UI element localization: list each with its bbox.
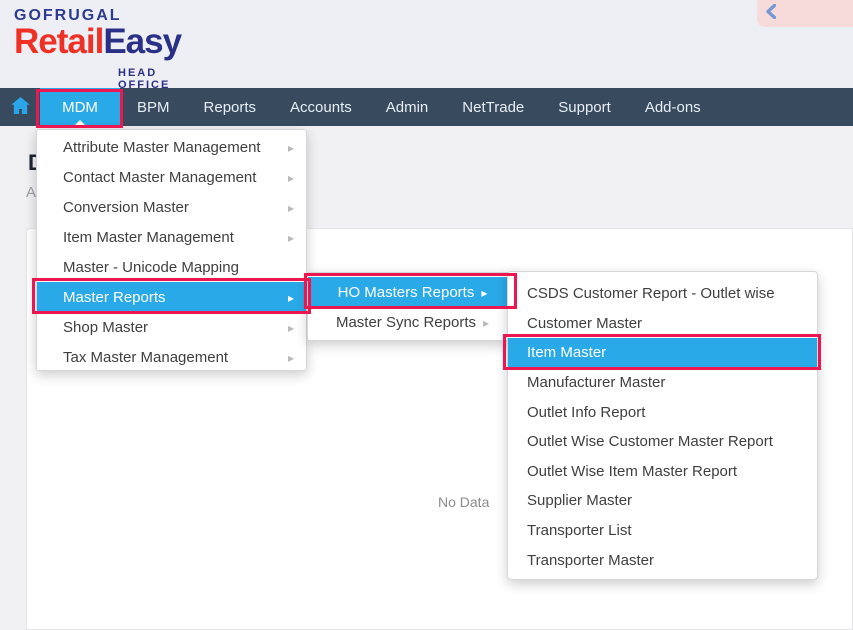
menu-item-master-reports[interactable]: Master Reports xyxy=(37,282,306,312)
menu-item-conversion-master[interactable]: Conversion Master xyxy=(37,192,306,222)
chevron-left-icon xyxy=(765,3,777,24)
submenu-arrow-icon xyxy=(288,349,294,366)
empty-state-text: No Data xyxy=(438,494,490,510)
logo-product-text: RetailEasy xyxy=(14,22,182,61)
menu-item-label: Master Sync Reports xyxy=(335,313,476,331)
submenu-arrow-icon xyxy=(481,284,487,301)
submenu-arrow-icon xyxy=(288,169,294,186)
nav-item-label: Add-ons xyxy=(644,98,701,116)
mdm-dropdown-menu: Attribute Master Management Contact Mast… xyxy=(36,129,307,371)
collapse-panel-button[interactable] xyxy=(757,0,853,27)
menu-item-label: CSDS Customer Report - Outlet wise xyxy=(527,285,775,303)
nav-item-label: BPM xyxy=(137,98,170,116)
menu-item-label: Attribute Master Management xyxy=(63,138,261,156)
menu-item-shop-master[interactable]: Shop Master xyxy=(37,312,306,342)
menu-item-label: Transporter List xyxy=(527,522,632,540)
home-icon xyxy=(10,96,30,118)
main-navbar: MDM BPM Reports Accounts Admin NetTrade … xyxy=(0,88,853,126)
menu-item-label: Tax Master Management xyxy=(63,348,229,366)
nav-item-label: MDM xyxy=(62,98,98,116)
menu-item-label: HO Masters Reports xyxy=(337,283,475,301)
caret-up-icon xyxy=(74,120,86,126)
menu-item-transporter-master[interactable]: Transporter Master xyxy=(508,545,817,575)
menu-item-outlet-info-report[interactable]: Outlet Info Report xyxy=(508,397,817,427)
nav-item-nettrade[interactable]: NetTrade xyxy=(445,88,541,126)
menu-item-label: Outlet Wise Customer Master Report xyxy=(527,433,773,451)
nav-item-label: Support xyxy=(558,98,611,116)
menu-item-customer-master[interactable]: Customer Master xyxy=(508,309,817,339)
home-button[interactable] xyxy=(0,88,40,126)
submenu-arrow-icon xyxy=(288,229,294,246)
nav-item-label: Admin xyxy=(385,98,429,116)
logo-product-part2: Easy xyxy=(103,22,182,61)
menu-item-label: Supplier Master xyxy=(527,492,633,510)
submenu-arrow-icon xyxy=(483,314,489,331)
nav-item-accounts[interactable]: Accounts xyxy=(273,88,369,126)
menu-item-label: Outlet Info Report xyxy=(527,403,646,421)
menu-item-csds-customer-report[interactable]: CSDS Customer Report - Outlet wise xyxy=(508,279,817,309)
nav-item-admin[interactable]: Admin xyxy=(369,88,446,126)
menu-item-master-unicode-mapping[interactable]: Master - Unicode Mapping xyxy=(37,252,306,282)
menu-item-item-master[interactable]: Item Master xyxy=(508,338,817,368)
menu-item-label: Conversion Master xyxy=(63,198,189,216)
nav-item-mdm[interactable]: MDM xyxy=(40,88,120,126)
menu-item-label: Outlet Wise Item Master Report xyxy=(527,462,738,480)
menu-item-attribute-master-management[interactable]: Attribute Master Management xyxy=(37,132,306,162)
submenu-arrow-icon xyxy=(288,319,294,336)
menu-item-item-master-management[interactable]: Item Master Management xyxy=(37,222,306,252)
header: GOFRUGAL RetailEasy HEAD OFFICE xyxy=(0,0,853,91)
submenu-arrow-icon xyxy=(288,199,294,216)
menu-item-master-sync-reports[interactable]: Master Sync Reports xyxy=(308,307,517,337)
nav-item-addons[interactable]: Add-ons xyxy=(628,88,718,126)
brand-logo: GOFRUGAL RetailEasy HEAD OFFICE xyxy=(14,7,182,91)
menu-item-supplier-master[interactable]: Supplier Master xyxy=(508,486,817,516)
menu-item-tax-master-management[interactable]: Tax Master Management xyxy=(37,342,306,372)
nav-item-bpm[interactable]: BPM xyxy=(120,88,187,126)
menu-item-transporter-list[interactable]: Transporter List xyxy=(508,516,817,546)
app-window: GOFRUGAL RetailEasy HEAD OFFICE MDM BPM … xyxy=(0,0,853,630)
menu-item-label: Shop Master xyxy=(63,318,149,336)
menu-item-manufacturer-master[interactable]: Manufacturer Master xyxy=(508,368,817,398)
menu-item-label: Master Reports xyxy=(63,288,166,306)
master-reports-submenu: HO Masters Reports Master Sync Reports xyxy=(307,272,518,341)
menu-item-label: Contact Master Management xyxy=(63,168,257,186)
submenu-arrow-icon xyxy=(288,289,294,306)
nav-item-label: Accounts xyxy=(290,98,352,116)
menu-item-ho-masters-reports[interactable]: HO Masters Reports xyxy=(308,277,517,307)
menu-item-outlet-wise-item-master-report[interactable]: Outlet Wise Item Master Report xyxy=(508,457,817,487)
submenu-arrow-icon xyxy=(288,139,294,156)
nav-item-reports[interactable]: Reports xyxy=(187,88,274,126)
nav-item-label: NetTrade xyxy=(462,98,525,116)
menu-item-outlet-wise-customer-master-report[interactable]: Outlet Wise Customer Master Report xyxy=(508,427,817,457)
nav-item-support[interactable]: Support xyxy=(541,88,628,126)
ho-masters-reports-submenu: CSDS Customer Report - Outlet wise Custo… xyxy=(507,271,818,580)
menu-item-label: Transporter Master xyxy=(527,551,654,569)
breadcrumb-fragment: A xyxy=(26,184,37,201)
menu-item-label: Item Master xyxy=(527,344,607,362)
menu-item-label: Manufacturer Master xyxy=(527,374,666,392)
menu-item-contact-master-management[interactable]: Contact Master Management xyxy=(37,162,306,192)
menu-item-label: Master - Unicode Mapping xyxy=(63,258,239,276)
menu-item-label: Customer Master xyxy=(527,314,643,332)
logo-product-part1: Retail xyxy=(14,22,104,61)
nav-item-label: Reports xyxy=(203,98,257,116)
menu-item-label: Item Master Management xyxy=(63,228,234,246)
